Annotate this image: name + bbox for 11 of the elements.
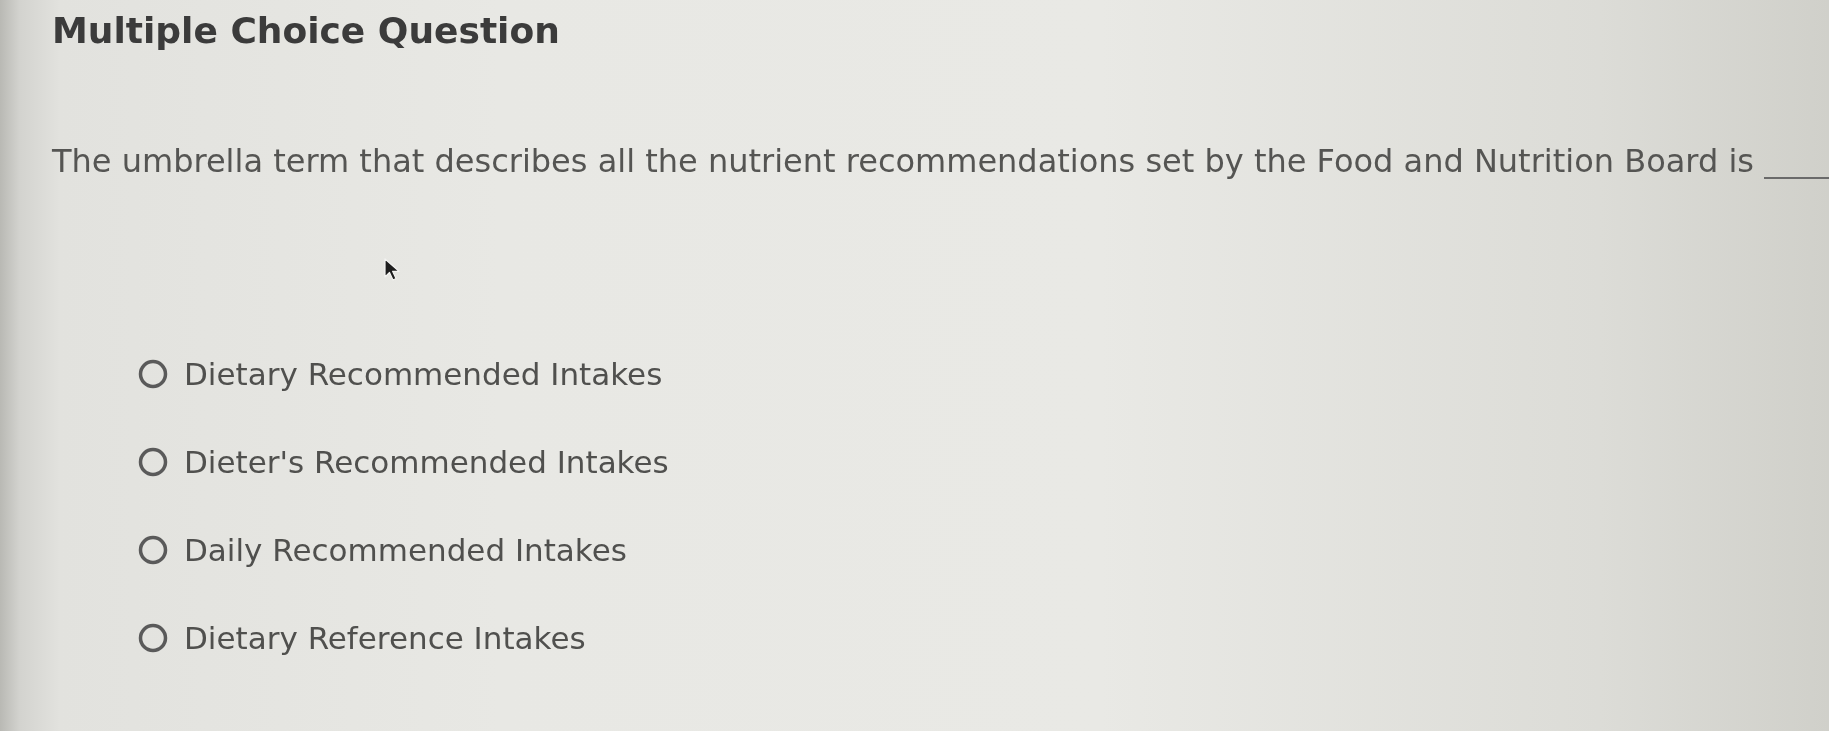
mouse-pointer-icon [384, 258, 402, 282]
radio-button-icon[interactable] [138, 359, 168, 389]
question-type-heading: Multiple Choice Question [52, 9, 560, 53]
question-text: The umbrella term that describes all the nutrient recommendations set by the Food and Nutrition Board is [52, 141, 1754, 181]
radio-button-icon[interactable] [138, 535, 168, 565]
radio-button-icon[interactable] [138, 623, 168, 653]
answer-option[interactable]: Dietary Reference Intakes [138, 619, 586, 657]
answer-option[interactable]: Daily Recommended Intakes [138, 531, 627, 569]
radio-button-icon[interactable] [138, 447, 168, 477]
answer-option[interactable]: Dietary Recommended Intakes [138, 355, 663, 393]
answer-option[interactable]: Dieter's Recommended Intakes [138, 443, 669, 481]
